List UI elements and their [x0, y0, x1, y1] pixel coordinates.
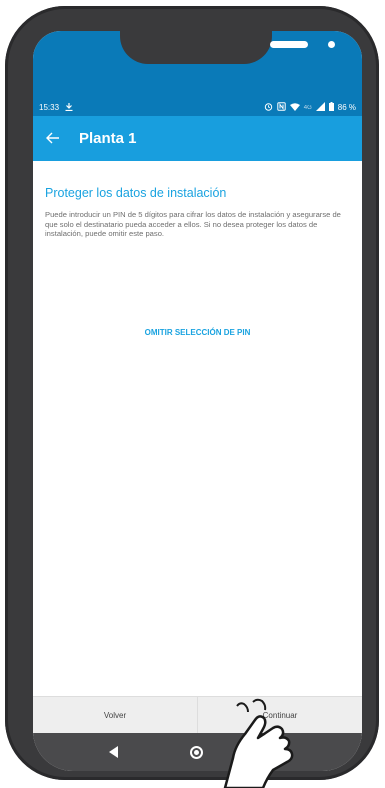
phone-notch [120, 31, 335, 64]
speaker-icon [270, 41, 308, 48]
skip-pin-link[interactable]: OMITIR SELECCIÓN DE PIN [33, 328, 362, 337]
main-content: Proteger los datos de instalación Puede … [33, 161, 362, 696]
app-title: Planta 1 [79, 130, 137, 147]
system-nav-bar [33, 733, 362, 771]
back-arrow-icon[interactable] [33, 128, 73, 149]
status-bar: 15:33 4G 86 % [33, 99, 362, 116]
phone-screen: 15:33 4G 86 % Planta 1 Proteger los dato… [33, 31, 362, 771]
continue-button[interactable]: Continuar [197, 697, 362, 734]
alarm-icon [264, 102, 273, 113]
nav-back-icon[interactable] [109, 746, 118, 758]
nav-home-icon[interactable] [190, 745, 203, 759]
section-title: Proteger los datos de instalación [45, 186, 227, 200]
description-text: Puede introducir un PIN de 5 dígitos par… [45, 210, 341, 238]
phone-frame: 15:33 4G 86 % Planta 1 Proteger los dato… [5, 6, 379, 780]
network-type: 4G [303, 104, 312, 111]
download-icon [65, 102, 73, 113]
app-bar: Planta 1 [33, 116, 362, 161]
battery-icon [328, 102, 334, 113]
bottom-action-bar: Volver Continuar [33, 696, 362, 734]
nfc-icon [277, 102, 286, 113]
wifi-icon [289, 102, 300, 113]
back-button[interactable]: Volver [33, 697, 197, 734]
top-area: 15:33 4G 86 % [33, 31, 362, 116]
status-time: 15:33 [39, 103, 60, 112]
battery-percent: 86 % [337, 103, 356, 112]
nav-recents-icon[interactable] [275, 746, 286, 758]
signal-icon [315, 102, 325, 113]
camera-icon [328, 41, 335, 48]
